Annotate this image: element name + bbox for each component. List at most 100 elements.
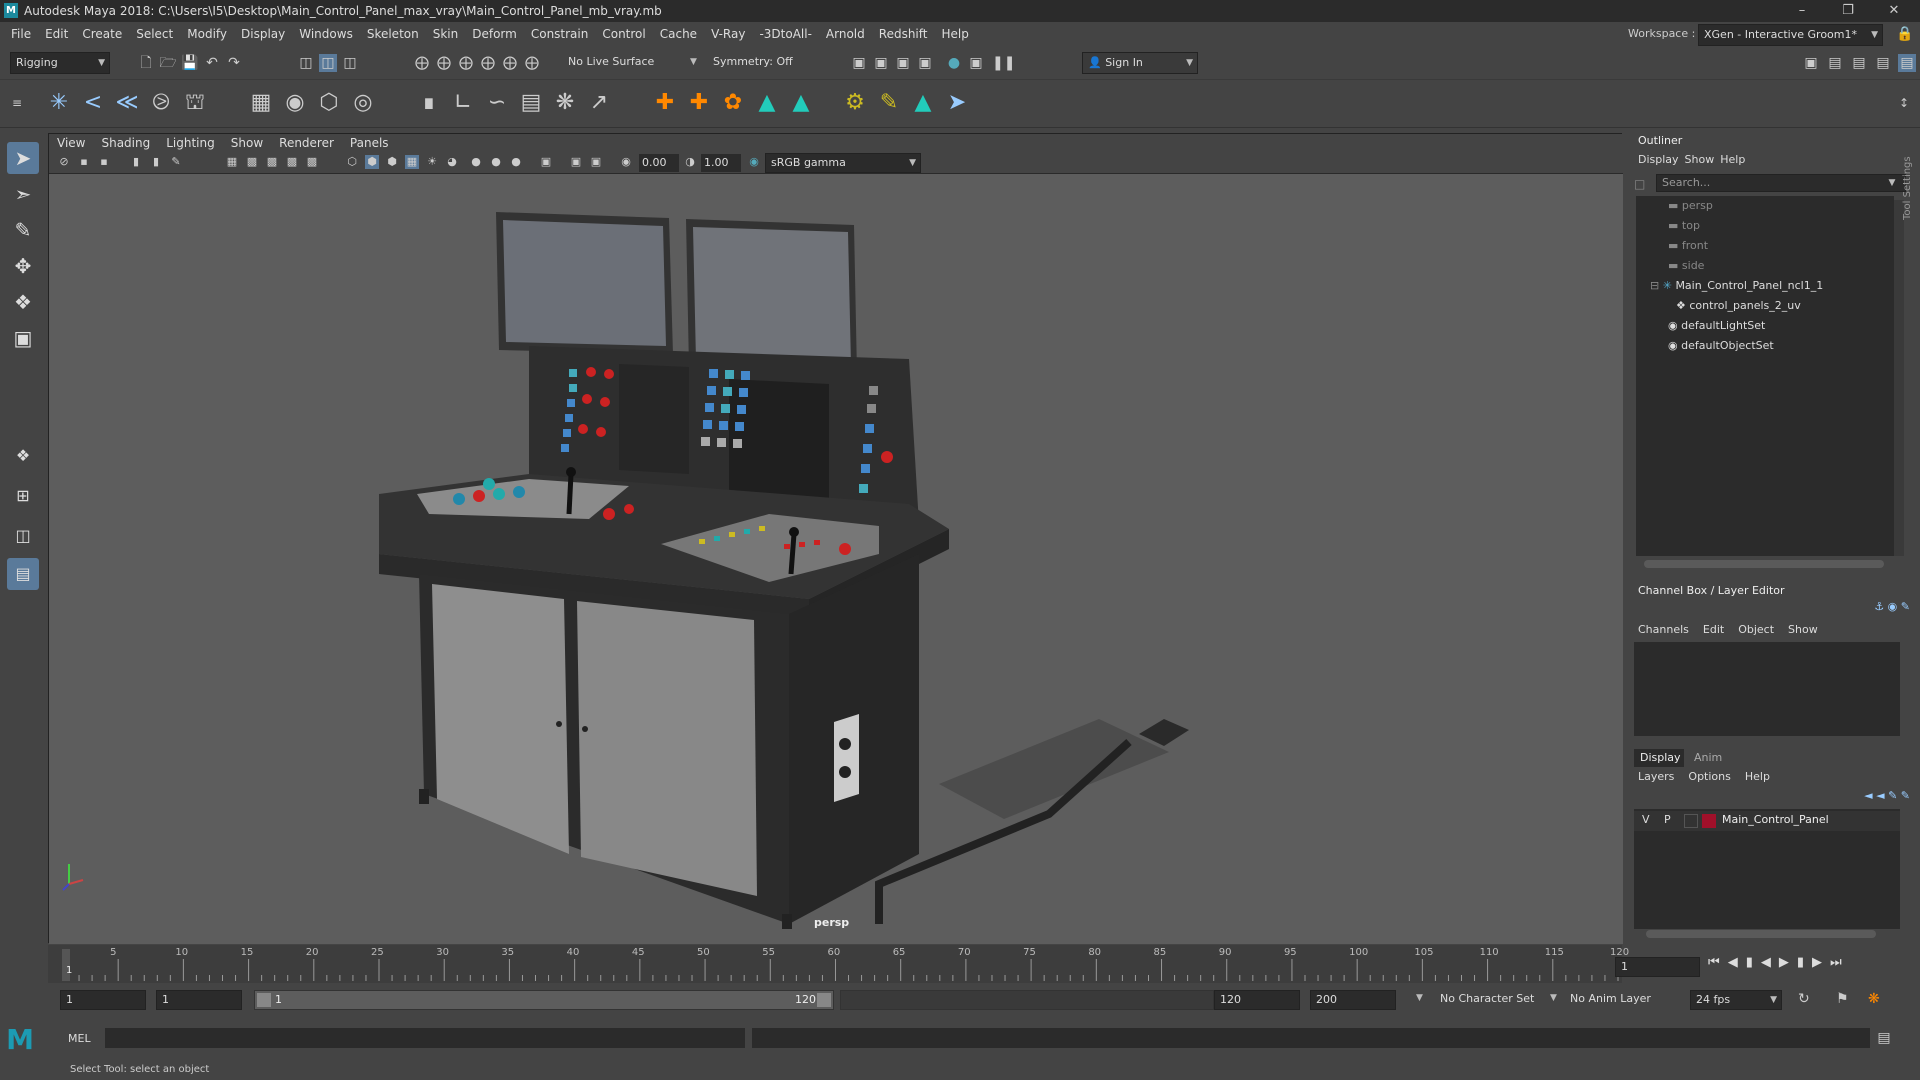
blend-shape-icon[interactable]: ↗ [584, 88, 614, 118]
point-constraint-icon[interactable]: ✚ [650, 88, 680, 118]
symmetry-dropdown[interactable]: ▼ Symmetry: Off [690, 52, 805, 74]
channel-box-toggle-icon[interactable]: ▤ [1874, 54, 1892, 72]
animation-end-field[interactable]: 200 [1310, 990, 1396, 1010]
animation-start-field[interactable]: 1 [60, 990, 146, 1010]
select-component-icon[interactable]: ◫ [341, 54, 359, 72]
layer-reference-toggle[interactable] [1684, 814, 1698, 828]
skin-cluster-icon[interactable]: ✎ [874, 88, 904, 118]
rigid-bind-icon[interactable]: ∟ [448, 88, 478, 118]
bookmark-icon[interactable]: ▪ [97, 155, 111, 169]
3d-scene[interactable]: persp [49, 174, 1623, 944]
layer-menu-layers[interactable]: Layers [1638, 770, 1688, 783]
step-back-icon[interactable]: ◀ [1761, 955, 1779, 970]
pick-walk-icon[interactable]: ➤ [942, 88, 972, 118]
character-controls-icon[interactable]: ▲ [786, 88, 816, 118]
menu-help[interactable]: Help [934, 22, 975, 46]
smooth-bind-icon[interactable]: ∎ [414, 88, 444, 118]
fps-dropdown[interactable]: 24 fps ▼ [1690, 990, 1782, 1010]
menu-select[interactable]: Select [129, 22, 180, 46]
wireframe-icon[interactable]: ⬡ [345, 155, 359, 169]
layer-visibility-toggle[interactable]: V [1642, 813, 1650, 826]
play-forward-icon[interactable]: ▶ [1779, 955, 1797, 970]
time-editor-icon[interactable]: ▲ [908, 88, 938, 118]
script-editor-icon[interactable]: ▤ [1874, 1028, 1894, 1048]
pause-icon[interactable]: ❚❚ [992, 54, 1015, 72]
outliner-item[interactable]: ◉ defaultObjectSet [1668, 336, 1774, 356]
mel-command-input[interactable] [105, 1028, 745, 1048]
range-slider-start-handle[interactable] [257, 993, 271, 1007]
menu-file[interactable]: File [4, 22, 38, 46]
outliner-menu-show[interactable]: Show [1685, 153, 1721, 166]
tool-settings-icon[interactable]: ▤ [1850, 54, 1868, 72]
orient-constraint-icon[interactable]: ✿ [718, 88, 748, 118]
auto-key-icon[interactable]: ⚑ [1836, 991, 1849, 1007]
lasso-tool-icon[interactable]: ➣ [7, 178, 39, 210]
menu-redshift[interactable]: Redshift [872, 22, 935, 46]
sign-in-button[interactable]: 👤 Sign In ▼ [1082, 52, 1198, 74]
menu-constrain[interactable]: Constrain [524, 22, 596, 46]
anti-aliasing-icon[interactable]: ● [509, 155, 523, 169]
outliner-item[interactable]: ▬ front [1668, 236, 1708, 256]
2d-pan-icon[interactable]: ▮ [149, 155, 163, 169]
cluster-icon[interactable]: ▦ [246, 88, 276, 118]
quick-rig-icon[interactable]: ⚙ [840, 88, 870, 118]
shadows-icon[interactable]: ◕ [445, 155, 459, 169]
channel-box-menu-object[interactable]: Object [1738, 623, 1788, 636]
render-sequence-icon[interactable]: ▣ [872, 54, 890, 72]
layer-playback-toggle[interactable]: P [1664, 813, 1671, 826]
bind-pose-icon[interactable]: ❋ [550, 88, 580, 118]
shelf-scroll-icon[interactable]: ↕ [1896, 88, 1912, 118]
snap-curve-icon[interactable]: ⨁ [435, 54, 453, 72]
xray-icon[interactable]: ▣ [569, 155, 583, 169]
shelf-options-icon[interactable]: ≡ [10, 88, 24, 118]
select-tool-icon[interactable]: ➤ [7, 142, 39, 174]
exposure-field[interactable]: 0.00 [639, 154, 679, 172]
ambient-occlusion-icon[interactable]: ● [469, 155, 483, 169]
menu-modify[interactable]: Modify [180, 22, 234, 46]
workspace-dropdown[interactable]: XGen - Interactive Groom1* ▼ [1698, 24, 1883, 46]
animation-preferences-icon[interactable]: ❋ [1868, 991, 1880, 1007]
chevron-down-icon[interactable]: ▼ [1550, 993, 1557, 1003]
select-hierarchy-icon[interactable]: ◫ [297, 54, 315, 72]
menu-3dtoall[interactable]: -3DtoAll- [752, 22, 818, 46]
menu-deform[interactable]: Deform [465, 22, 524, 46]
viewport-menu-lighting[interactable]: Lighting [158, 134, 223, 152]
menu-skin[interactable]: Skin [426, 22, 466, 46]
outliner-horizontal-scrollbar[interactable] [1644, 560, 1884, 568]
grid-icon[interactable]: ▦ [225, 155, 239, 169]
two-view-icon[interactable]: ◫ [7, 520, 39, 552]
snap-view-icon[interactable]: ⨁ [479, 54, 497, 72]
paint-weights-icon[interactable]: ∽ [482, 88, 512, 118]
motion-blur-icon[interactable]: ● [489, 155, 503, 169]
snap-grid-icon[interactable]: ⨁ [413, 54, 431, 72]
layer-row[interactable]: V P Main_Control_Panel [1634, 811, 1900, 831]
lattice-icon[interactable]: ◉ [280, 88, 310, 118]
menu-cache[interactable]: Cache [653, 22, 704, 46]
four-view-icon[interactable]: ⊞ [7, 480, 39, 512]
outliner-vertical-scrollbar[interactable] [1894, 200, 1904, 556]
tab-display[interactable]: Display [1634, 749, 1684, 767]
current-frame-field[interactable]: 1 [1615, 957, 1700, 977]
attribute-editor-icon[interactable]: ▤ [1826, 54, 1844, 72]
viewport-menu-panels[interactable]: Panels [342, 134, 397, 152]
channel-box-menu-edit[interactable]: Edit [1703, 623, 1738, 636]
close-button[interactable]: ✕ [1874, 0, 1914, 22]
gate-mask-icon[interactable]: ▩ [285, 155, 299, 169]
channel-box-icons[interactable]: ⚓ ◉ ✎ [1830, 600, 1910, 614]
outliner-search-input[interactable]: Search... [1656, 174, 1906, 192]
menu-windows[interactable]: Windows [292, 22, 360, 46]
outliner-menu-display[interactable]: Display [1638, 153, 1685, 166]
channel-box-menu-channels[interactable]: Channels [1638, 623, 1703, 636]
insert-joint-icon[interactable]: ⧁ [146, 88, 176, 118]
gamma-field[interactable]: 1.00 [701, 154, 741, 172]
channel-box-menu-show[interactable]: Show [1788, 623, 1832, 636]
ik-handle-icon[interactable]: < [78, 88, 108, 118]
color-space-dropdown[interactable]: sRGB gamma ▼ [765, 153, 921, 173]
menu-arnold[interactable]: Arnold [819, 22, 872, 46]
playback-start-field[interactable]: 1 [156, 990, 242, 1010]
minimize-button[interactable]: – [1782, 0, 1822, 22]
viewport-menu-show[interactable]: Show [223, 134, 271, 152]
menu-control[interactable]: Control [595, 22, 652, 46]
resolution-gate-icon[interactable]: ▩ [265, 155, 279, 169]
modeling-toolkit-icon[interactable]: ▣ [1802, 54, 1820, 72]
